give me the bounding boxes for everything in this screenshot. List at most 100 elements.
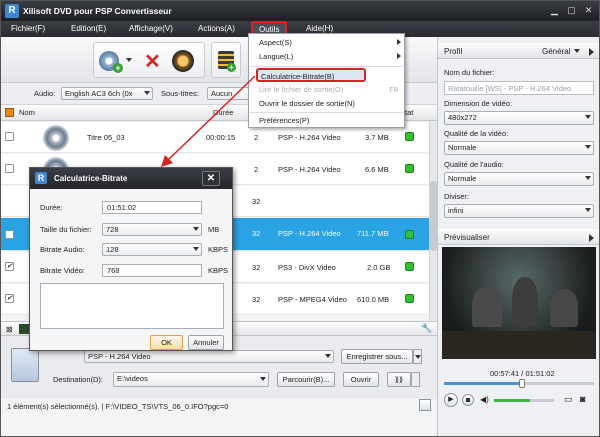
- seek-bar[interactable]: [444, 379, 594, 388]
- split-select[interactable]: infini: [444, 204, 594, 218]
- menu-aide[interactable]: Aide(H): [306, 24, 333, 33]
- log-icon[interactable]: [419, 399, 431, 411]
- video-quality-select[interactable]: Normale: [444, 141, 594, 155]
- rat-figure: [512, 277, 538, 327]
- audio-select[interactable]: English AC3 6ch (0x: [61, 87, 153, 100]
- audio-quality-label: Qualité de l'audio:: [444, 160, 504, 169]
- volume-fill: [494, 399, 530, 402]
- menu-separator: [250, 66, 403, 67]
- menu-affichage[interactable]: Affichage(V): [129, 24, 173, 33]
- preview-title: Prévisualiser: [444, 233, 490, 242]
- close-icon[interactable]: ✕: [583, 5, 594, 16]
- browse-button[interactable]: Parcourir(B)...: [277, 372, 335, 387]
- row-checkbox[interactable]: [5, 132, 14, 141]
- rat-figure: [550, 289, 578, 327]
- duration-label: Durée:: [40, 203, 63, 212]
- menu-actions[interactable]: Actions(A): [198, 24, 235, 33]
- dimension-value: 480x272: [448, 113, 477, 122]
- maximize-icon[interactable]: ▢: [566, 5, 577, 16]
- filename-field[interactable]: Ratatouille [WS] - PSP - H.264 Video: [444, 81, 594, 95]
- menu-fichier[interactable]: Fichier(F): [11, 24, 45, 33]
- app-window: R Xilisoft DVD pour PSP Convertisseur ▁ …: [0, 0, 600, 437]
- row-checkbox[interactable]: ✔: [5, 262, 14, 271]
- video-bitrate-field[interactable]: 768: [102, 264, 202, 277]
- minimize-icon[interactable]: ▁: [549, 5, 560, 16]
- dimension-select[interactable]: 480x272: [444, 111, 594, 125]
- stop-icon[interactable]: [462, 394, 474, 406]
- shortcut-f8: F8: [389, 85, 398, 94]
- destination-select[interactable]: E:\videos: [113, 372, 269, 387]
- menu-edition[interactable]: Edition(E): [71, 24, 106, 33]
- right-panel: Profil Général Nom du fichier: Ratatouil…: [437, 37, 599, 436]
- cancel-button[interactable]: Annuler: [188, 335, 224, 350]
- audio-bitrate-value: 128: [106, 245, 119, 254]
- settings-wrench-icon[interactable]: 🔧: [421, 323, 432, 334]
- row-checkbox[interactable]: ✔: [5, 294, 14, 303]
- menu-item-aspect[interactable]: Aspect(S): [259, 38, 292, 47]
- open-button[interactable]: Ouvrir: [343, 372, 379, 387]
- audio-bitrate-select[interactable]: 128: [102, 243, 202, 256]
- row-profile: PS3 - DivX Video: [278, 263, 336, 272]
- volume-slider[interactable]: [494, 399, 554, 402]
- status-text: 1 élément(s) sélectionné(s). | F:\VIDEO_…: [7, 402, 229, 411]
- convert-icon: ⟫⟫: [394, 375, 404, 384]
- chevron-down-icon[interactable]: [574, 49, 580, 53]
- dialog-title: Calculatrice-Bitrate: [54, 174, 128, 183]
- audio-quality-select[interactable]: Normale: [444, 172, 594, 186]
- submenu-arrow-icon: [397, 53, 401, 59]
- col-status[interactable]: tat: [405, 108, 413, 117]
- seek-thumb[interactable]: [519, 379, 525, 388]
- profile-panel-title: Profil: [444, 47, 463, 56]
- info-textarea[interactable]: [40, 283, 224, 329]
- row-checkbox[interactable]: [5, 164, 14, 173]
- dimension-label: Dimension de vidéo:: [444, 99, 512, 108]
- scrollbar-thumb[interactable]: [430, 181, 437, 251]
- destination-label: Destination(D):: [53, 375, 104, 384]
- filesize-select[interactable]: 728: [102, 223, 202, 236]
- chevron-down-icon: [144, 91, 150, 95]
- row-chapters: 32: [252, 263, 261, 272]
- preview-panel-header: Prévisualiser: [438, 229, 599, 245]
- ok-button[interactable]: OK: [150, 335, 183, 350]
- row-size: 2.0 GB: [367, 263, 391, 272]
- status-ok-icon: [405, 230, 414, 239]
- row-title: Titre 05_03: [87, 133, 125, 142]
- row-profile: PSP - MPEG4 Video: [278, 295, 347, 304]
- dialog-title-bar: R Calculatrice-Bitrate ✕: [30, 168, 232, 189]
- video-quality-value: Normale: [448, 143, 477, 152]
- convert-dropdown[interactable]: [411, 372, 420, 387]
- save-as-dropdown[interactable]: [413, 349, 422, 364]
- close-icon[interactable]: ✕: [202, 171, 220, 186]
- status-ok-icon: [405, 132, 414, 141]
- play-icon[interactable]: ▶: [444, 393, 458, 407]
- filesize-label: Taille du fichier:: [40, 225, 92, 234]
- expand-icon[interactable]: [589, 48, 594, 56]
- menu-item-bitrate-calculator[interactable]: Calculatrice-Bitrate(B): [256, 68, 366, 82]
- convert-button[interactable]: ⟫⟫: [387, 372, 411, 387]
- row-checkbox[interactable]: [5, 230, 14, 239]
- row-size: 3.7 MB: [365, 133, 389, 142]
- chevron-down-icon[interactable]: [126, 58, 132, 62]
- chevron-down-icon: [325, 354, 331, 358]
- info-icon[interactable]: [172, 50, 194, 72]
- list-scrollbar[interactable]: [429, 121, 437, 321]
- menu-item-language[interactable]: Langue(L): [259, 52, 293, 61]
- close-icon[interactable]: ⊠: [6, 325, 13, 334]
- general-tab[interactable]: Général: [542, 47, 570, 56]
- expand-icon[interactable]: [589, 234, 594, 242]
- seek-bar-fill: [444, 382, 522, 385]
- camera-icon[interactable]: ◙: [580, 394, 592, 406]
- chevron-down-icon: [585, 208, 591, 212]
- snapshot-folder-icon[interactable]: ▭: [564, 394, 576, 406]
- save-as-button[interactable]: Enregistrer sous...: [341, 349, 413, 364]
- app-logo-icon: R: [5, 4, 19, 18]
- destination-value: E:\videos: [117, 374, 148, 383]
- col-name[interactable]: Nom: [19, 108, 35, 117]
- menu-item-open-output-folder[interactable]: Ouvrir le dossier de sortie(N): [259, 99, 355, 108]
- duration-field[interactable]: 01:51:02: [102, 201, 202, 214]
- select-all-checkbox[interactable]: [5, 108, 14, 117]
- menu-item-preferences[interactable]: Préférences(P): [259, 116, 309, 125]
- menu-separator: [250, 112, 403, 113]
- profile-select[interactable]: PSP - H.264 Video: [84, 350, 334, 363]
- chevron-down-icon: [193, 247, 199, 251]
